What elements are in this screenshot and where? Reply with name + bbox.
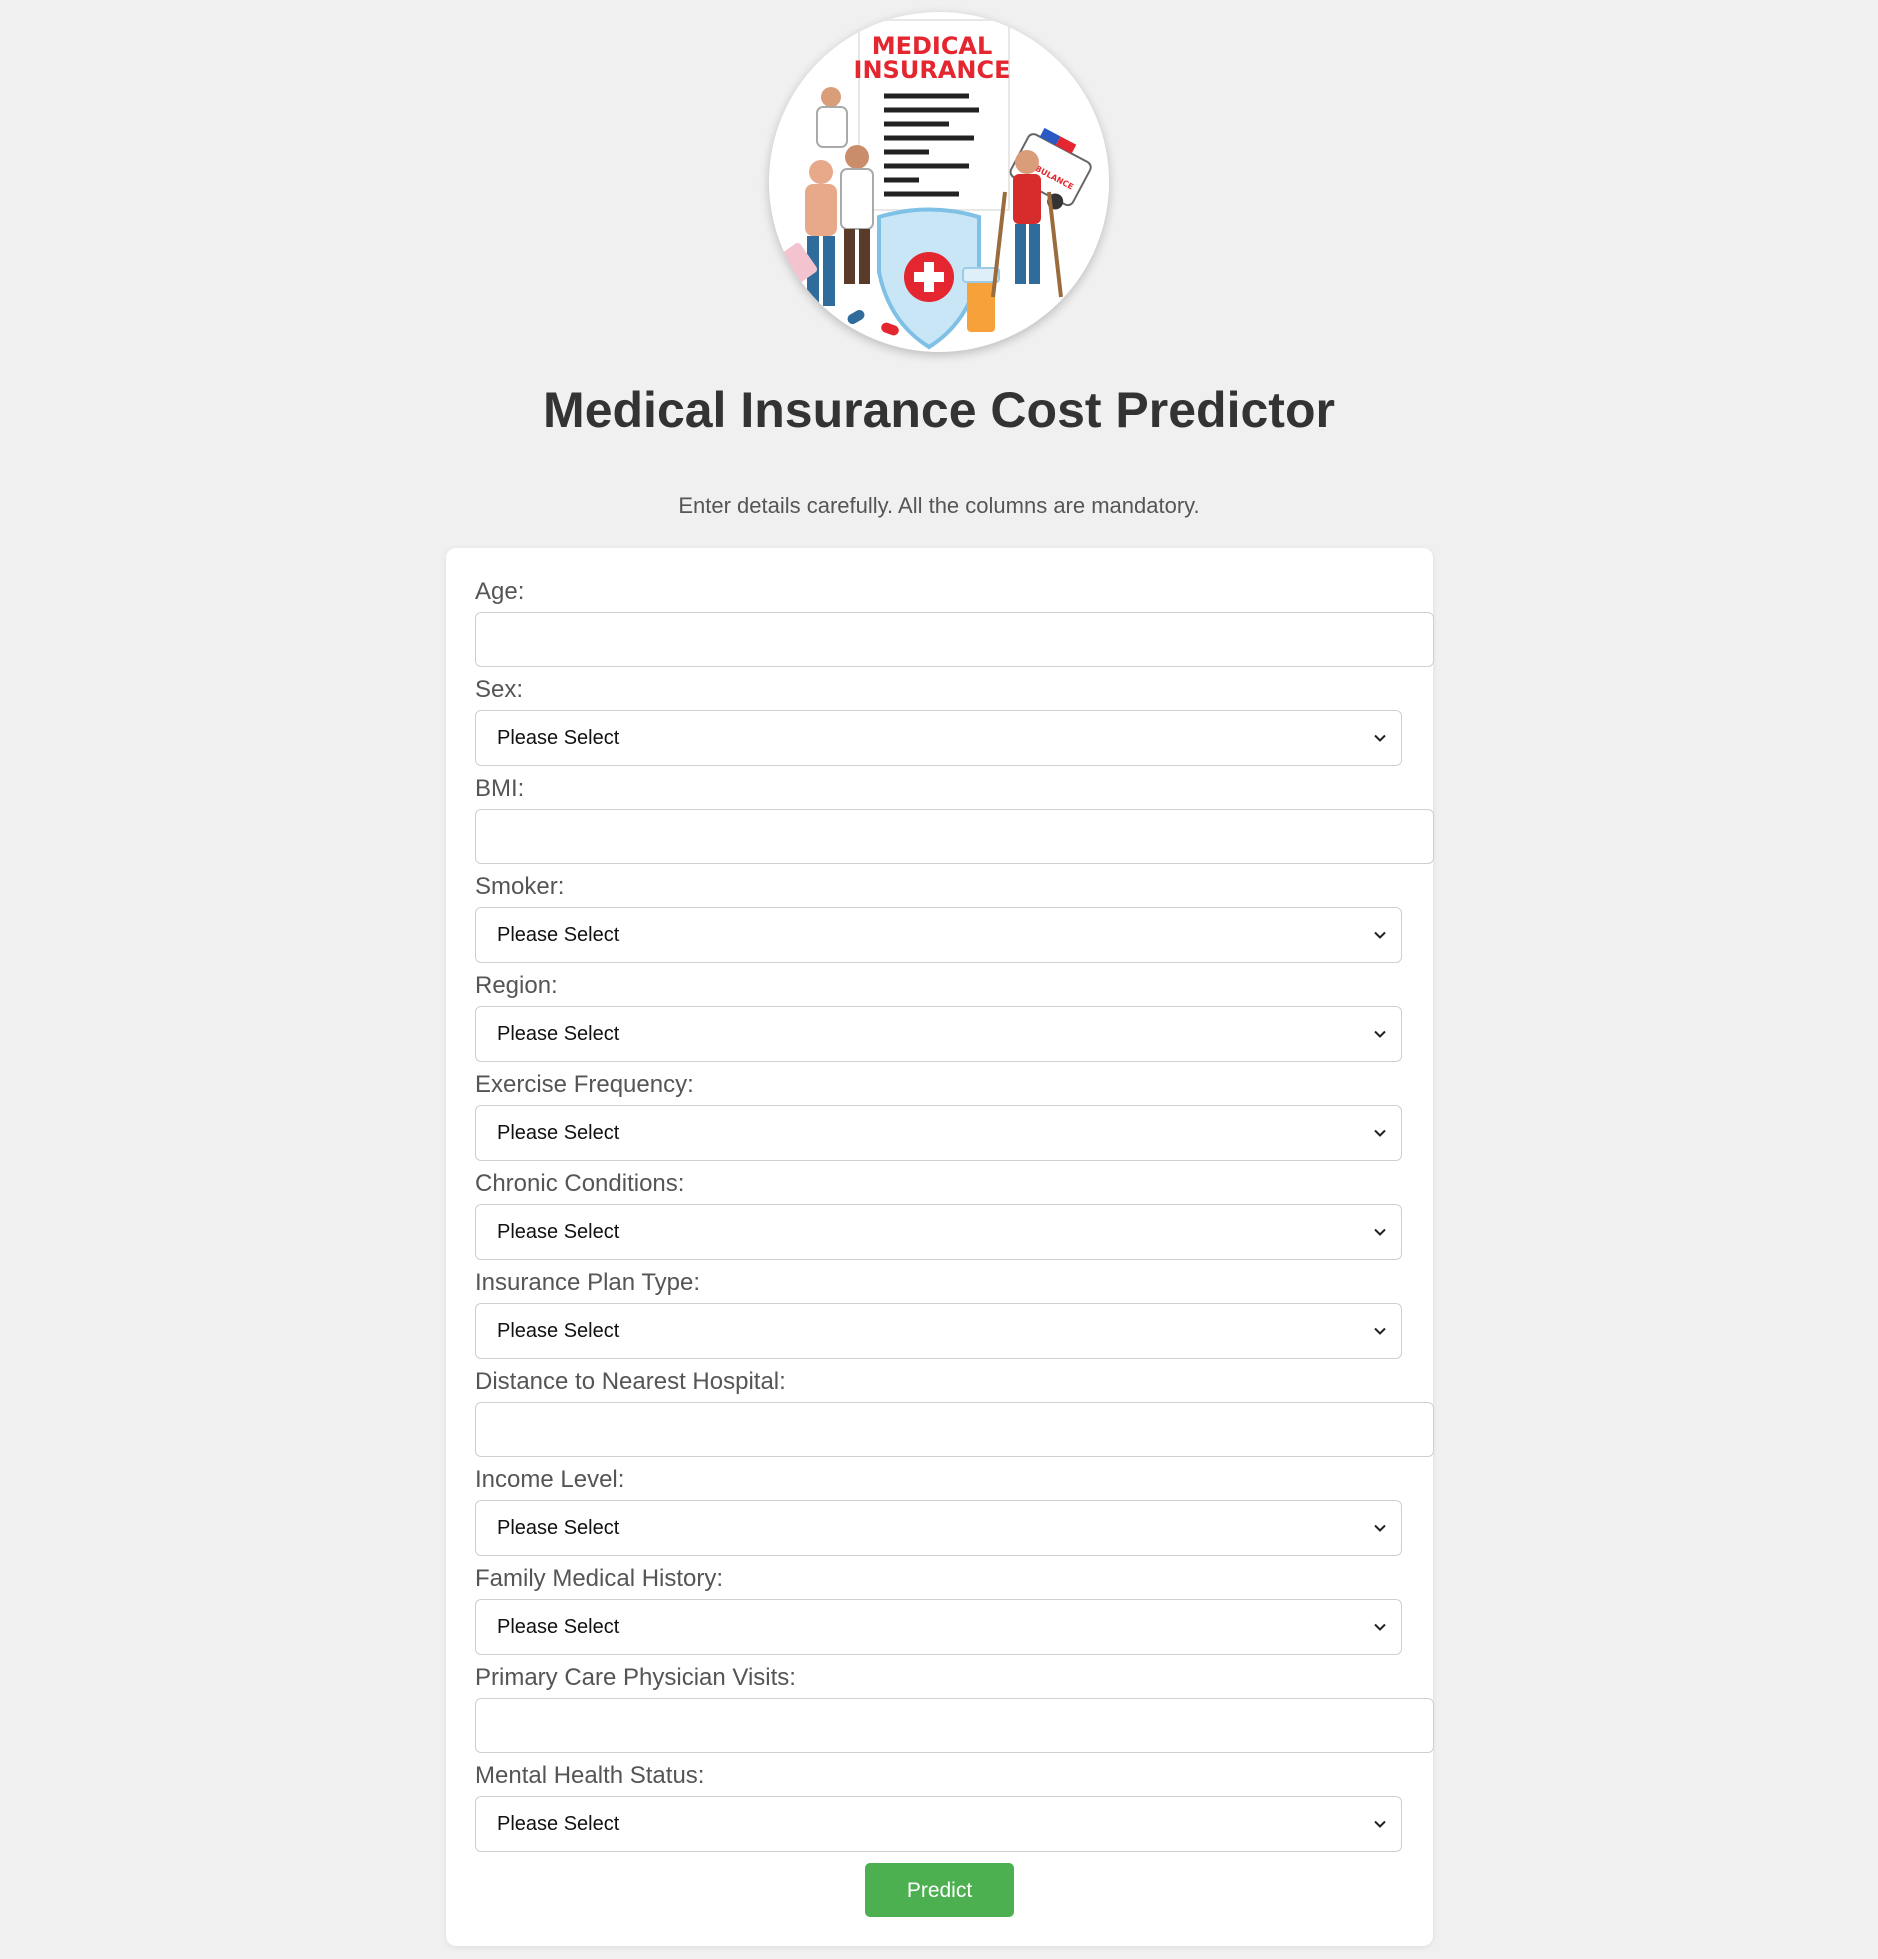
distance-to-hospital-field: Distance to Nearest Hospital:: [475, 1368, 1434, 1457]
income-level-label: Income Level:: [475, 1466, 625, 1493]
family-medical-history-label: Family Medical History:: [475, 1565, 724, 1592]
chronic-conditions-label: Chronic Conditions:: [475, 1170, 685, 1197]
sex-field: Sex: Please Select: [475, 676, 1402, 766]
page-subtitle: Enter details carefully. All the columns…: [678, 493, 1200, 518]
chevron-down-icon: [1374, 1623, 1386, 1631]
bmi-field: BMI:: [475, 775, 1434, 864]
sex-select-value: Please Select: [497, 727, 620, 749]
mental-health-status-label: Mental Health Status:: [475, 1762, 705, 1789]
physician-visits-input[interactable]: [475, 1698, 1434, 1753]
insurance-plan-type-select-value: Please Select: [497, 1320, 620, 1342]
smoker-select[interactable]: Please Select: [475, 907, 1402, 963]
age-input[interactable]: [475, 612, 1434, 667]
chevron-down-icon: [1374, 1327, 1386, 1335]
smoker-select-value: Please Select: [497, 924, 620, 946]
exercise-frequency-field: Exercise Frequency: Please Select: [475, 1071, 1402, 1161]
mental-health-status-field: Mental Health Status: Please Select: [475, 1762, 1402, 1852]
chevron-down-icon: [1374, 1524, 1386, 1532]
smoker-field: Smoker: Please Select: [475, 873, 1402, 963]
medical-insurance-illustration-icon: MEDICAL INSURANCE AMBULANCE: [769, 12, 1109, 352]
family-medical-history-select[interactable]: Please Select: [475, 1599, 1402, 1655]
region-select[interactable]: Please Select: [475, 1006, 1402, 1062]
logo-image: MEDICAL INSURANCE AMBULANCE: [769, 12, 1109, 352]
income-level-select[interactable]: Please Select: [475, 1500, 1402, 1556]
insurance-plan-type-select[interactable]: Please Select: [475, 1303, 1402, 1359]
physician-visits-label: Primary Care Physician Visits:: [475, 1664, 796, 1691]
region-select-value: Please Select: [497, 1023, 620, 1045]
chronic-conditions-field: Chronic Conditions: Please Select: [475, 1170, 1402, 1260]
chronic-conditions-select-value: Please Select: [497, 1221, 620, 1243]
logo-line-2: INSURANCE: [854, 56, 1011, 84]
chevron-down-icon: [1374, 1129, 1386, 1137]
predict-button[interactable]: Predict: [865, 1863, 1014, 1917]
income-level-field: Income Level: Please Select: [475, 1466, 1402, 1556]
chevron-down-icon: [1374, 1228, 1386, 1236]
family-medical-history-select-value: Please Select: [497, 1616, 620, 1638]
prediction-form: Age: Sex: Please Select BMI: Smoker: Ple…: [446, 548, 1434, 1946]
sex-select[interactable]: Please Select: [475, 710, 1402, 766]
income-level-select-value: Please Select: [497, 1517, 620, 1539]
region-field: Region: Please Select: [475, 972, 1402, 1062]
page-title: Medical Insurance Cost Predictor: [543, 382, 1335, 438]
chevron-down-icon: [1374, 1030, 1386, 1038]
exercise-frequency-select-value: Please Select: [497, 1122, 620, 1144]
sex-label: Sex:: [475, 676, 524, 703]
age-field: Age:: [475, 578, 1434, 667]
age-label: Age:: [475, 578, 525, 605]
insurance-plan-type-label: Insurance Plan Type:: [475, 1269, 701, 1296]
mental-health-status-select[interactable]: Please Select: [475, 1796, 1402, 1852]
physician-visits-field: Primary Care Physician Visits:: [475, 1664, 1434, 1753]
exercise-frequency-label: Exercise Frequency:: [475, 1071, 694, 1098]
chevron-down-icon: [1374, 1820, 1386, 1828]
bmi-input[interactable]: [475, 809, 1434, 864]
chronic-conditions-select[interactable]: Please Select: [475, 1204, 1402, 1260]
insurance-plan-type-field: Insurance Plan Type: Please Select: [475, 1269, 1402, 1359]
region-label: Region:: [475, 972, 558, 999]
chevron-down-icon: [1374, 734, 1386, 742]
exercise-frequency-select[interactable]: Please Select: [475, 1105, 1402, 1161]
family-medical-history-field: Family Medical History: Please Select: [475, 1565, 1402, 1655]
distance-to-hospital-label: Distance to Nearest Hospital:: [475, 1368, 786, 1395]
distance-to-hospital-input[interactable]: [475, 1402, 1434, 1457]
chevron-down-icon: [1374, 931, 1386, 939]
mental-health-status-select-value: Please Select: [497, 1813, 620, 1835]
smoker-label: Smoker:: [475, 873, 565, 900]
bmi-label: BMI:: [475, 775, 525, 802]
